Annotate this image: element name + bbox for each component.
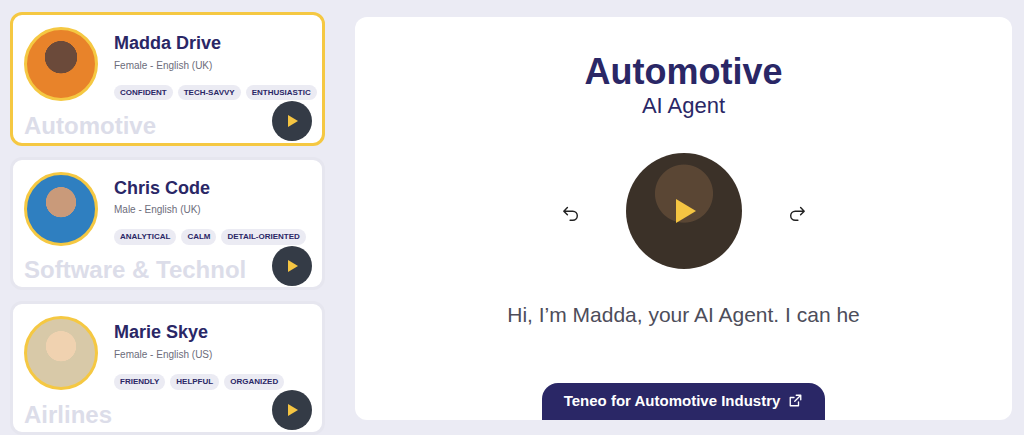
trait-tag: TECH-SAVVY [178, 85, 241, 101]
agent-footer: Automotive [24, 101, 312, 141]
agent-name: Chris Code [114, 178, 306, 200]
agent-name: Marie Skye [114, 322, 284, 344]
agent-name: Madda Drive [114, 33, 317, 55]
agent-carousel [560, 153, 808, 269]
agent-info: Chris Code Male - English (UK) ANALYTICAL C… [114, 172, 306, 246]
agent-list: Madda Drive Female - English (UK) CONFIDEN… [0, 0, 340, 435]
agent-header: Chris Code Male - English (UK) ANALYTICAL C… [24, 172, 312, 246]
agent-header: Marie Skye Female - English (US) FRIENDLY H… [24, 316, 312, 390]
showcase-panel: AutomotiveAI Agent Hi, I’m Madda, your AI… [355, 17, 1012, 420]
trait-tag: ENTHUSIASTIC [246, 85, 317, 101]
industry-label: Airlines [24, 402, 112, 430]
showcase-subtitle: AI Agent [642, 93, 725, 119]
agent-info: Madda Drive Female - English (UK) CONFIDEN… [114, 27, 317, 101]
agent-footer: Software & Technol [24, 246, 312, 286]
redo-arrow-icon [788, 204, 806, 222]
trait-list: FRIENDLY HELPFUL ORGANIZED [114, 374, 284, 390]
industry-link[interactable]: Teneo for Automotive Industry [542, 383, 826, 421]
play-icon [282, 111, 302, 131]
play-button[interactable] [272, 246, 312, 286]
agent-card[interactable]: Madda Drive Female - English (UK) CONFIDEN… [10, 12, 325, 146]
play-icon [282, 256, 302, 276]
play-button[interactable] [272, 101, 312, 141]
industry-label: Software & Technol [24, 257, 246, 285]
showcase-title: Automotive [585, 53, 783, 91]
trait-tag: ANALYTICAL [114, 229, 176, 245]
agent-info: Marie Skye Female - English (US) FRIENDLY H… [114, 316, 284, 390]
industry-link-label: Teneo for Automotive Industry [564, 390, 781, 413]
external-link-icon [788, 393, 803, 408]
trait-list: CONFIDENT TECH-SAVVY ENTHUSIASTIC [114, 85, 317, 101]
undo-arrow-icon [562, 204, 580, 222]
agent-card[interactable]: Marie Skye Female - English (US) FRIENDLY H… [10, 301, 325, 435]
play-icon [282, 400, 302, 420]
industry-label: Automotive [24, 113, 156, 141]
trait-list: ANALYTICAL CALM DETAIL-ORIENTED [114, 229, 306, 245]
play-button[interactable] [272, 390, 312, 430]
trait-tag: DETAIL-ORIENTED [221, 229, 305, 245]
next-button[interactable] [786, 200, 808, 222]
trait-tag: HELPFUL [170, 374, 219, 390]
agent-voice: Female - English (US) [114, 347, 284, 362]
trait-tag: CONFIDENT [114, 85, 173, 101]
trait-tag: CALM [181, 229, 216, 245]
agent-avatar [24, 172, 98, 246]
trait-tag: FRIENDLY [114, 374, 165, 390]
showcase-area: AutomotiveAI Agent Hi, I’m Madda, your AI… [340, 0, 1024, 435]
agent-card[interactable]: Chris Code Male - English (UK) ANALYTICAL C… [10, 157, 325, 291]
greeting-text: Hi, I’m Madda, your AI Agent. I can he [507, 299, 860, 331]
play-icon [664, 191, 704, 231]
agent-avatar [24, 316, 98, 390]
agent-avatar [24, 27, 98, 101]
agent-voice: Female - English (UK) [114, 58, 317, 73]
agent-header: Madda DriveFemale - English (UK)CONFIDEN… [24, 27, 312, 101]
agent-footer: Airlines [24, 390, 312, 430]
previous-button[interactable] [560, 200, 582, 222]
agent-video[interactable] [626, 153, 742, 269]
trait-tag: ORGANIZED [224, 374, 284, 390]
agent-voice: Male - English (UK) [114, 202, 306, 217]
